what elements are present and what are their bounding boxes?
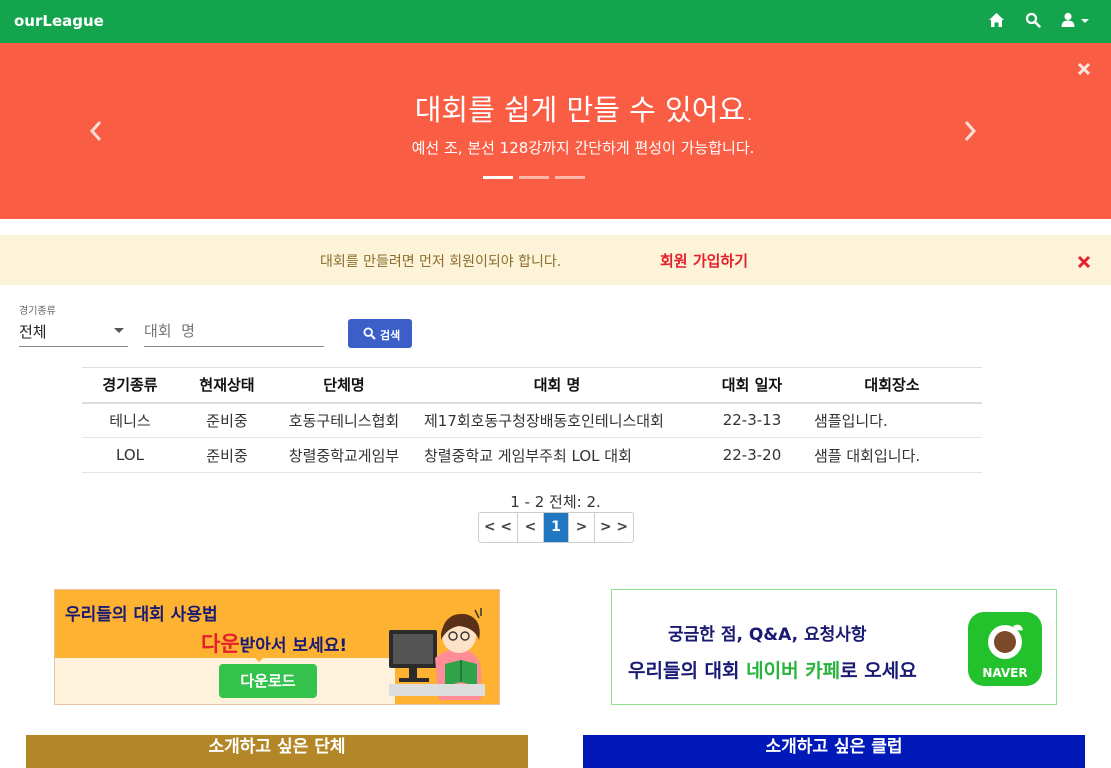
download-button[interactable]: 다운로드 — [219, 664, 317, 698]
category-select-value: 전체 — [19, 323, 47, 341]
table-row[interactable]: 테니스 준비중 호동구테니스협회 제17회호동구청장배동호인테니스대회 22-3… — [82, 402, 982, 438]
alert-message: 대회를 만들려면 먼저 회원이되야 합니다. — [320, 254, 562, 270]
banner-subtitle: 우리들의 대회 네이버 카페로 오세요 — [628, 660, 917, 682]
table-cell: 호동구테니스협회 — [276, 402, 412, 438]
naver-label: NAVER — [982, 666, 1028, 680]
column-header[interactable]: 대회장소 — [802, 367, 982, 404]
banner-subtitle: 다운받아서 보세요! — [201, 632, 348, 656]
last-page-button[interactable]: > > — [595, 513, 633, 542]
carousel-title: 대회를 쉽게 만들 수 있어요. — [414, 93, 755, 127]
search-icon — [363, 327, 376, 340]
search-icon[interactable] — [1025, 12, 1041, 28]
featured-organizations-header: 소개하고 싶은 단체 — [26, 735, 528, 768]
brand-logo[interactable]: ourLeague — [14, 12, 104, 30]
column-header[interactable]: 경기종류 — [82, 367, 178, 404]
person-reading-illustration — [389, 608, 485, 700]
table-cell: 샘플 대회입니다. — [802, 437, 982, 473]
prev-page-button[interactable]: < — [518, 513, 544, 542]
navbar: ourLeague — [0, 0, 1111, 43]
table-cell: LOL — [82, 437, 178, 473]
league-table: 경기종류 현재상태 단체명 대회 명 대회 일자 대회장소 테니스 준비중 호동… — [82, 367, 982, 473]
table-row[interactable]: LOL 준비중 창렬중학교게임부 창렬중학교 게임부주최 LOL 대회 22-3… — [82, 437, 982, 473]
carousel-next-icon[interactable] — [962, 119, 978, 143]
pointer-shape — [247, 650, 271, 662]
carousel-indicator-2[interactable] — [519, 176, 549, 179]
table-cell: 샘플입니다. — [802, 402, 982, 438]
carousel-indicator-1[interactable] — [483, 176, 513, 179]
coffee-cup-icon — [988, 624, 1023, 659]
page-button-1[interactable]: 1 — [544, 513, 569, 542]
signup-alert: 대회를 만들려면 먼저 회원이되야 합니다. 회원 가입하기 — [0, 235, 1111, 285]
table-cell: 22-3-20 — [702, 437, 802, 473]
table-cell[interactable]: 창렬중학교 게임부주최 LOL 대회 — [412, 437, 702, 473]
banner-title: 궁금한 점, Q&A, 요청사항 — [668, 625, 867, 645]
search-button-label: 검색 — [380, 330, 401, 342]
chevron-down-icon — [114, 328, 124, 333]
category-select[interactable]: 전체 — [19, 316, 128, 347]
carousel-indicator-3[interactable] — [555, 176, 585, 179]
table-cell: 테니스 — [82, 402, 178, 438]
banner-title: 우리들의 대회 사용법 — [65, 605, 218, 625]
hero-carousel: 대회를 쉽게 만들 수 있어요. 예선 조, 본선 128강까지 간단하게 편성… — [0, 43, 1111, 219]
column-header[interactable]: 단체명 — [276, 367, 412, 404]
alert-close-icon[interactable] — [1077, 255, 1091, 269]
naver-cafe-banner[interactable]: 궁금한 점, Q&A, 요청사항 우리들의 대회 네이버 카페로 오세요 NAV… — [611, 589, 1057, 705]
featured-clubs-header: 소개하고 싶은 클럽 — [583, 735, 1085, 768]
home-icon[interactable] — [988, 12, 1005, 28]
category-label: 경기종류 — [19, 306, 56, 317]
next-page-button[interactable]: > — [569, 513, 595, 542]
table-cell[interactable]: 제17회호동구청장배동호인테니스대회 — [412, 402, 702, 438]
table-cell: 준비중 — [178, 437, 276, 473]
column-header[interactable]: 대회 명 — [412, 367, 702, 404]
first-page-button[interactable]: < < — [479, 513, 518, 542]
naver-cafe-icon: NAVER — [968, 612, 1042, 686]
table-cell: 준비중 — [178, 402, 276, 438]
pagination: < < < 1 > > > — [478, 512, 634, 543]
app-root: ourLeague 대회를 쉽게 만들 수 있어요. 예선 조, 본선 128강… — [0, 0, 1111, 768]
column-header[interactable]: 현재상태 — [178, 367, 276, 404]
league-name-input[interactable] — [144, 316, 324, 347]
table-cell: 창렬중학교게임부 — [276, 437, 412, 473]
signup-link[interactable]: 회원 가입하기 — [660, 250, 748, 271]
manual-download-banner[interactable]: 우리들의 대회 사용법 다운받아서 보세요! 다운로드 — [54, 589, 500, 705]
pagination-summary: 1 - 2 전체: 2. — [510, 493, 601, 511]
carousel-subtitle: 예선 조, 본선 128강까지 간단하게 편성이 가능합니다. — [411, 139, 755, 157]
table-header-row: 경기종류 현재상태 단체명 대회 명 대회 일자 대회장소 — [82, 367, 982, 404]
table-cell: 22-3-13 — [702, 402, 802, 438]
carousel-close-icon[interactable] — [1076, 61, 1092, 77]
user-menu-icon[interactable] — [1061, 12, 1091, 28]
column-header[interactable]: 대회 일자 — [702, 367, 802, 404]
search-button[interactable]: 검색 — [348, 319, 412, 348]
